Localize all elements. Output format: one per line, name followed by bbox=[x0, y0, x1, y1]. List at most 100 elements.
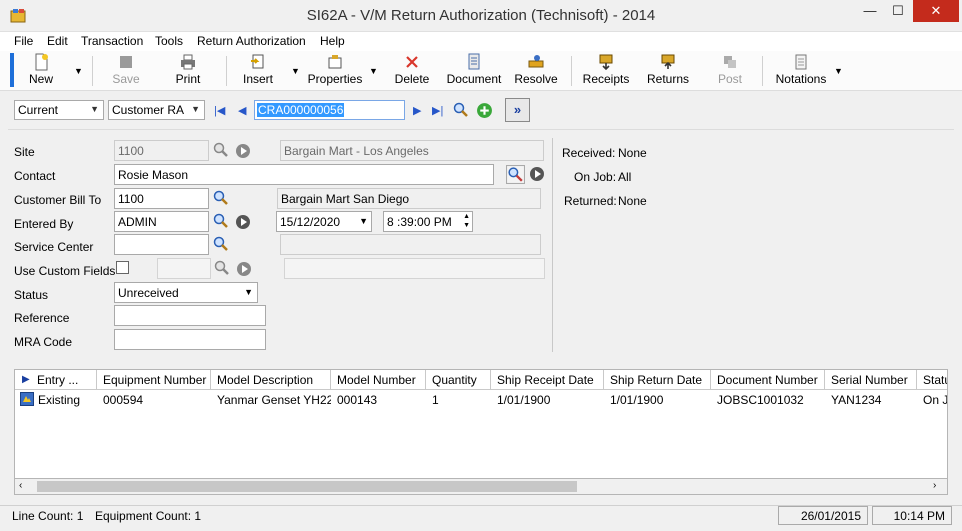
cell-model-description: Yanmar Genset YH220 bbox=[217, 393, 331, 407]
notations-dropdown-arrow[interactable]: ▼ bbox=[834, 66, 843, 76]
menu-bar bbox=[0, 32, 962, 51]
receipts-icon bbox=[599, 54, 613, 71]
menu-return-authorization[interactable]: Return Authorization bbox=[197, 34, 306, 48]
mra-code-input[interactable] bbox=[114, 329, 266, 350]
notations-icon bbox=[795, 54, 807, 70]
post-button[interactable]: Post bbox=[714, 52, 746, 88]
returned-label: Returned: bbox=[564, 194, 617, 208]
site-drilldown-icon[interactable] bbox=[236, 144, 250, 158]
returned-value: None bbox=[618, 194, 647, 208]
maximize-button[interactable]: ☐ bbox=[881, 0, 915, 22]
on-job-label: On Job: bbox=[574, 170, 617, 184]
save-button[interactable]: Save bbox=[108, 52, 144, 88]
menu-tools[interactable]: Tools bbox=[155, 34, 183, 48]
column-header-model-description[interactable]: Model Description bbox=[211, 370, 331, 390]
resolve-button[interactable]: Resolve bbox=[514, 52, 558, 88]
bill-to-search-icon[interactable] bbox=[213, 190, 229, 206]
insert-button[interactable]: Insert bbox=[238, 52, 278, 88]
column-header-document-number[interactable]: Document Number bbox=[711, 370, 825, 390]
entered-time-input[interactable]: 8 :39:00 PM ▲ ▼ bbox=[383, 211, 473, 232]
ra-type-select[interactable]: Customer RA ▼ bbox=[108, 100, 205, 120]
reference-input[interactable] bbox=[114, 305, 266, 326]
post-icon bbox=[724, 56, 736, 68]
delete-button[interactable]: Delete bbox=[394, 52, 430, 88]
go-button[interactable]: » bbox=[505, 98, 530, 122]
column-header-ship-return-date[interactable]: Ship Return Date bbox=[604, 370, 711, 390]
contact-search-icon[interactable] bbox=[506, 165, 525, 184]
bill-to-description: Bargain Mart San Diego bbox=[277, 188, 541, 209]
scroll-left-icon[interactable]: ‹ bbox=[19, 480, 22, 491]
service-center-input[interactable] bbox=[114, 234, 209, 255]
first-record-icon[interactable]: |◀ bbox=[214, 104, 225, 117]
column-header-quantity[interactable]: Quantity bbox=[426, 370, 491, 390]
window-title: SI62A - V/M Return Authorization (Techni… bbox=[306, 7, 656, 24]
contact-label: Contact bbox=[14, 169, 56, 183]
previous-record-icon[interactable]: ◀ bbox=[238, 104, 246, 117]
status-time: 10:14 PM bbox=[872, 506, 952, 525]
document-icon bbox=[468, 53, 480, 70]
returns-button[interactable]: Returns bbox=[645, 52, 691, 88]
view-select[interactable]: Current ▼ bbox=[14, 100, 104, 120]
insert-dropdown-arrow[interactable]: ▼ bbox=[291, 66, 300, 76]
toolbar-separator bbox=[571, 56, 572, 86]
new-dropdown-arrow[interactable]: ▼ bbox=[74, 66, 83, 76]
column-header-serial-number[interactable]: Serial Number bbox=[825, 370, 917, 390]
custom-fields-checkbox[interactable] bbox=[116, 261, 129, 274]
scrollbar-thumb[interactable] bbox=[37, 481, 577, 492]
properties-button[interactable]: Properties bbox=[306, 52, 364, 88]
chevron-down-icon: ▼ bbox=[244, 287, 253, 297]
row-pointer-icon: ▶ bbox=[22, 374, 30, 385]
cell-serial-number: YAN1234 bbox=[831, 393, 882, 407]
status-date: 26/01/2015 bbox=[778, 506, 868, 525]
entered-date-picker[interactable]: 15/12/2020 ▼ bbox=[276, 211, 372, 232]
save-icon bbox=[120, 56, 132, 68]
site-search-icon[interactable] bbox=[213, 142, 229, 158]
column-header-status[interactable]: Status bbox=[917, 370, 947, 390]
add-new-icon[interactable] bbox=[476, 102, 493, 119]
properties-dropdown-arrow[interactable]: ▼ bbox=[369, 66, 378, 76]
column-header-ship-receipt-date[interactable]: Ship Receipt Date bbox=[491, 370, 604, 390]
ra-number-input[interactable]: CRA000000056 bbox=[254, 100, 405, 120]
search-icon[interactable] bbox=[453, 102, 469, 118]
close-button[interactable]: ✕ bbox=[913, 0, 959, 22]
returns-icon bbox=[661, 54, 675, 69]
status-select[interactable]: Unreceived ▼ bbox=[114, 282, 258, 303]
menu-transaction[interactable]: Transaction bbox=[81, 34, 143, 48]
document-button[interactable]: Document bbox=[444, 52, 504, 88]
service-center-search-icon[interactable] bbox=[213, 236, 229, 252]
notations-button[interactable]: Notations bbox=[772, 52, 830, 88]
receipts-button[interactable]: Receipts bbox=[582, 52, 630, 88]
chevron-down-icon: ▼ bbox=[90, 104, 99, 114]
contact-input[interactable]: Rosie Mason bbox=[114, 164, 494, 185]
site-input[interactable]: 1100 bbox=[114, 140, 209, 161]
entered-by-label: Entered By bbox=[14, 217, 74, 231]
time-spinner-icon[interactable]: ▲ ▼ bbox=[463, 212, 470, 230]
resolve-icon bbox=[528, 55, 544, 68]
horizontal-scrollbar[interactable]: ‹ › bbox=[14, 478, 948, 495]
toolbar-separator bbox=[92, 56, 93, 86]
column-header-equipment-number[interactable]: Equipment Number bbox=[97, 370, 211, 390]
entered-by-input[interactable]: ADMIN bbox=[114, 211, 209, 232]
new-accent-bar bbox=[10, 53, 14, 87]
next-record-icon[interactable]: ▶ bbox=[413, 104, 421, 117]
menu-file[interactable]: File bbox=[14, 34, 33, 48]
column-header-model-number[interactable]: Model Number bbox=[331, 370, 426, 390]
cell-quantity: 1 bbox=[432, 393, 439, 407]
service-center-description bbox=[280, 234, 541, 255]
print-button[interactable]: Print bbox=[170, 52, 206, 88]
cell-model-number: 000143 bbox=[337, 393, 378, 407]
entered-by-search-icon[interactable] bbox=[213, 213, 229, 229]
custom-fields-description bbox=[284, 258, 545, 279]
bill-to-input[interactable]: 1100 bbox=[114, 188, 209, 209]
custom-fields-label: Use Custom Fields bbox=[14, 264, 116, 278]
menu-edit[interactable]: Edit bbox=[47, 34, 68, 48]
insert-icon bbox=[251, 54, 264, 69]
new-button[interactable]: New bbox=[22, 52, 60, 88]
chevron-down-icon: ▼ bbox=[191, 104, 200, 114]
last-record-icon[interactable]: ▶| bbox=[432, 104, 443, 117]
scroll-right-icon[interactable]: › bbox=[933, 480, 936, 491]
menu-help[interactable]: Help bbox=[320, 34, 345, 48]
entered-by-drilldown-icon[interactable] bbox=[236, 215, 250, 229]
site-label: Site bbox=[14, 145, 35, 159]
contact-drilldown-icon[interactable] bbox=[530, 167, 544, 181]
